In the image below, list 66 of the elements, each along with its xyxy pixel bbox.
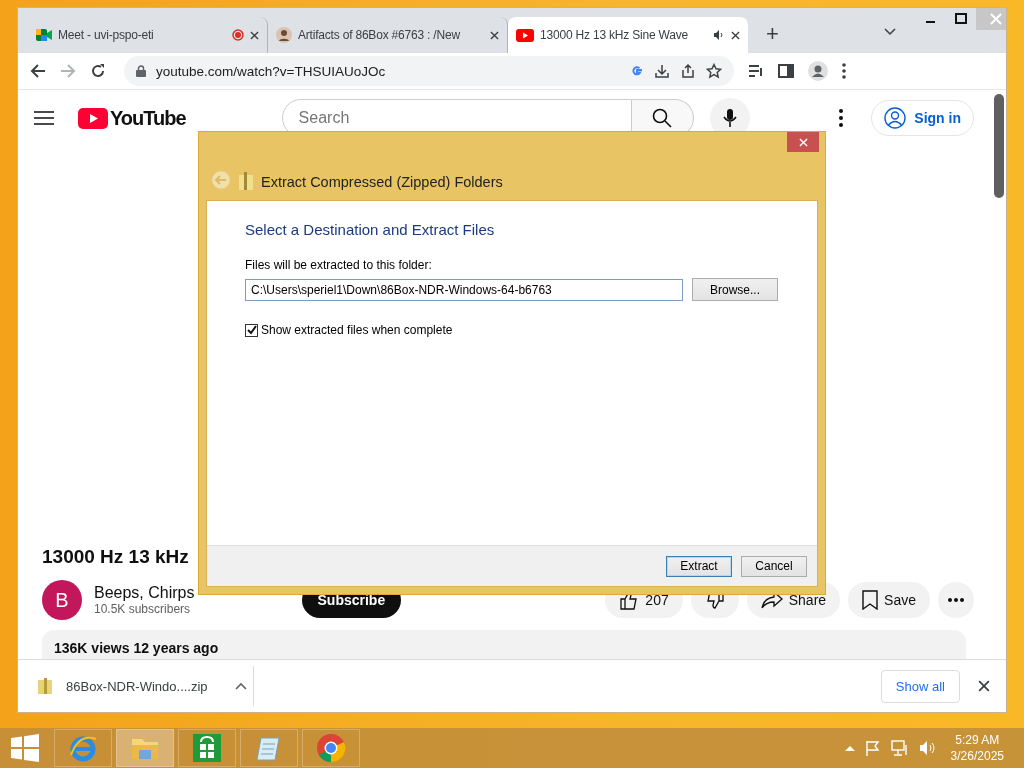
download-icon[interactable]: [654, 63, 670, 79]
sign-in-button[interactable]: Sign in: [871, 100, 974, 136]
more-icon: [948, 598, 964, 602]
caret-up-icon[interactable]: [844, 745, 855, 751]
lock-icon: [136, 65, 146, 77]
chrome-icon: [316, 733, 346, 763]
flag-icon[interactable]: [864, 740, 881, 756]
zip-file-icon: [38, 678, 52, 694]
download-item[interactable]: 86Box-NDR-Windo....zip: [18, 666, 254, 706]
scrollbar-thumb[interactable]: [994, 94, 1004, 198]
dialog-title: Extract Compressed (Zipped) Folders: [261, 174, 503, 190]
subscriber-count: 10.5K subscribers: [94, 602, 192, 616]
browse-button[interactable]: Browse...: [692, 278, 778, 301]
dialog-button[interactable]: Extract: [666, 555, 732, 577]
folder-path-field[interactable]: C:\Users\speriel1\Down\86Box-NDR-Windows-64-b6763: [245, 278, 683, 301]
windows-logo-icon[interactable]: [11, 734, 39, 762]
address-bar[interactable]: youtube.com/watch?v=THSUIAUoJOc: [124, 56, 734, 86]
browser-tab[interactable]: 13000 Hz 13 kHz Sine Wave: [508, 17, 748, 53]
shopping-bag-icon: [193, 734, 221, 762]
avatar-icon: [276, 27, 292, 43]
checkbox[interactable]: [245, 323, 258, 337]
close-icon: [798, 137, 808, 147]
channel-name[interactable]: Beeps, Chirps: [94, 584, 195, 602]
logo-text: YouTube: [110, 106, 186, 130]
bookmark-icon: [862, 590, 879, 610]
play-icon: [516, 28, 534, 42]
reload-icon[interactable]: [90, 63, 106, 79]
save-button[interactable]: Save: [848, 582, 930, 618]
notepad-icon: [255, 734, 283, 762]
video-title: 13000 Hz 13 kHz: [42, 546, 189, 568]
dialog-button[interactable]: Cancel: [741, 555, 807, 577]
back-arrow-icon[interactable]: [30, 63, 46, 79]
caret-up-icon: [235, 682, 247, 690]
browser-tab[interactable]: Artifacts of 86Box #6763 : /New: [268, 17, 508, 53]
taskbar-app[interactable]: [178, 729, 236, 767]
side-panel-icon[interactable]: [778, 64, 794, 78]
checkbox-label[interactable]: Show extracted files when complete: [261, 323, 453, 337]
taskbar-app[interactable]: [302, 729, 360, 767]
share-icon[interactable]: [680, 63, 696, 79]
new-tab-button[interactable]: +: [760, 21, 785, 47]
microphone-icon: [722, 108, 737, 128]
more-button[interactable]: [938, 582, 974, 618]
person-circle-icon: [884, 107, 907, 129]
search-icon: [652, 108, 673, 128]
reading-list-icon[interactable]: [748, 64, 764, 78]
star-icon[interactable]: [706, 63, 722, 79]
channel-avatar[interactable]: B: [42, 580, 82, 620]
speaker-icon[interactable]: [918, 740, 935, 756]
close-icon: [978, 680, 990, 692]
close-icon: [250, 30, 259, 40]
dialog-heading: Select a Destination and Extract Files: [245, 221, 496, 238]
more-icon[interactable]: [839, 109, 844, 127]
video-camera-icon: [36, 28, 52, 42]
close-icon: [490, 30, 499, 40]
menu-icon[interactable]: [34, 110, 54, 126]
close-icon: [731, 30, 740, 40]
chevron-down-icon[interactable]: [884, 28, 896, 36]
g-logo-icon[interactable]: [630, 64, 644, 78]
menu-icon[interactable]: [842, 63, 846, 79]
zip-folder-icon: [239, 172, 253, 190]
description-box[interactable]: 136K views 12 years ago: [42, 630, 966, 659]
browser-tab[interactable]: Meet - uvi-pspo-eti: [28, 17, 268, 53]
profile-icon[interactable]: [808, 61, 828, 81]
play-icon: [78, 107, 108, 129]
show-all-button[interactable]: Show all: [880, 669, 960, 703]
folder-label: Files will be extracted to this folder:: [245, 258, 433, 272]
